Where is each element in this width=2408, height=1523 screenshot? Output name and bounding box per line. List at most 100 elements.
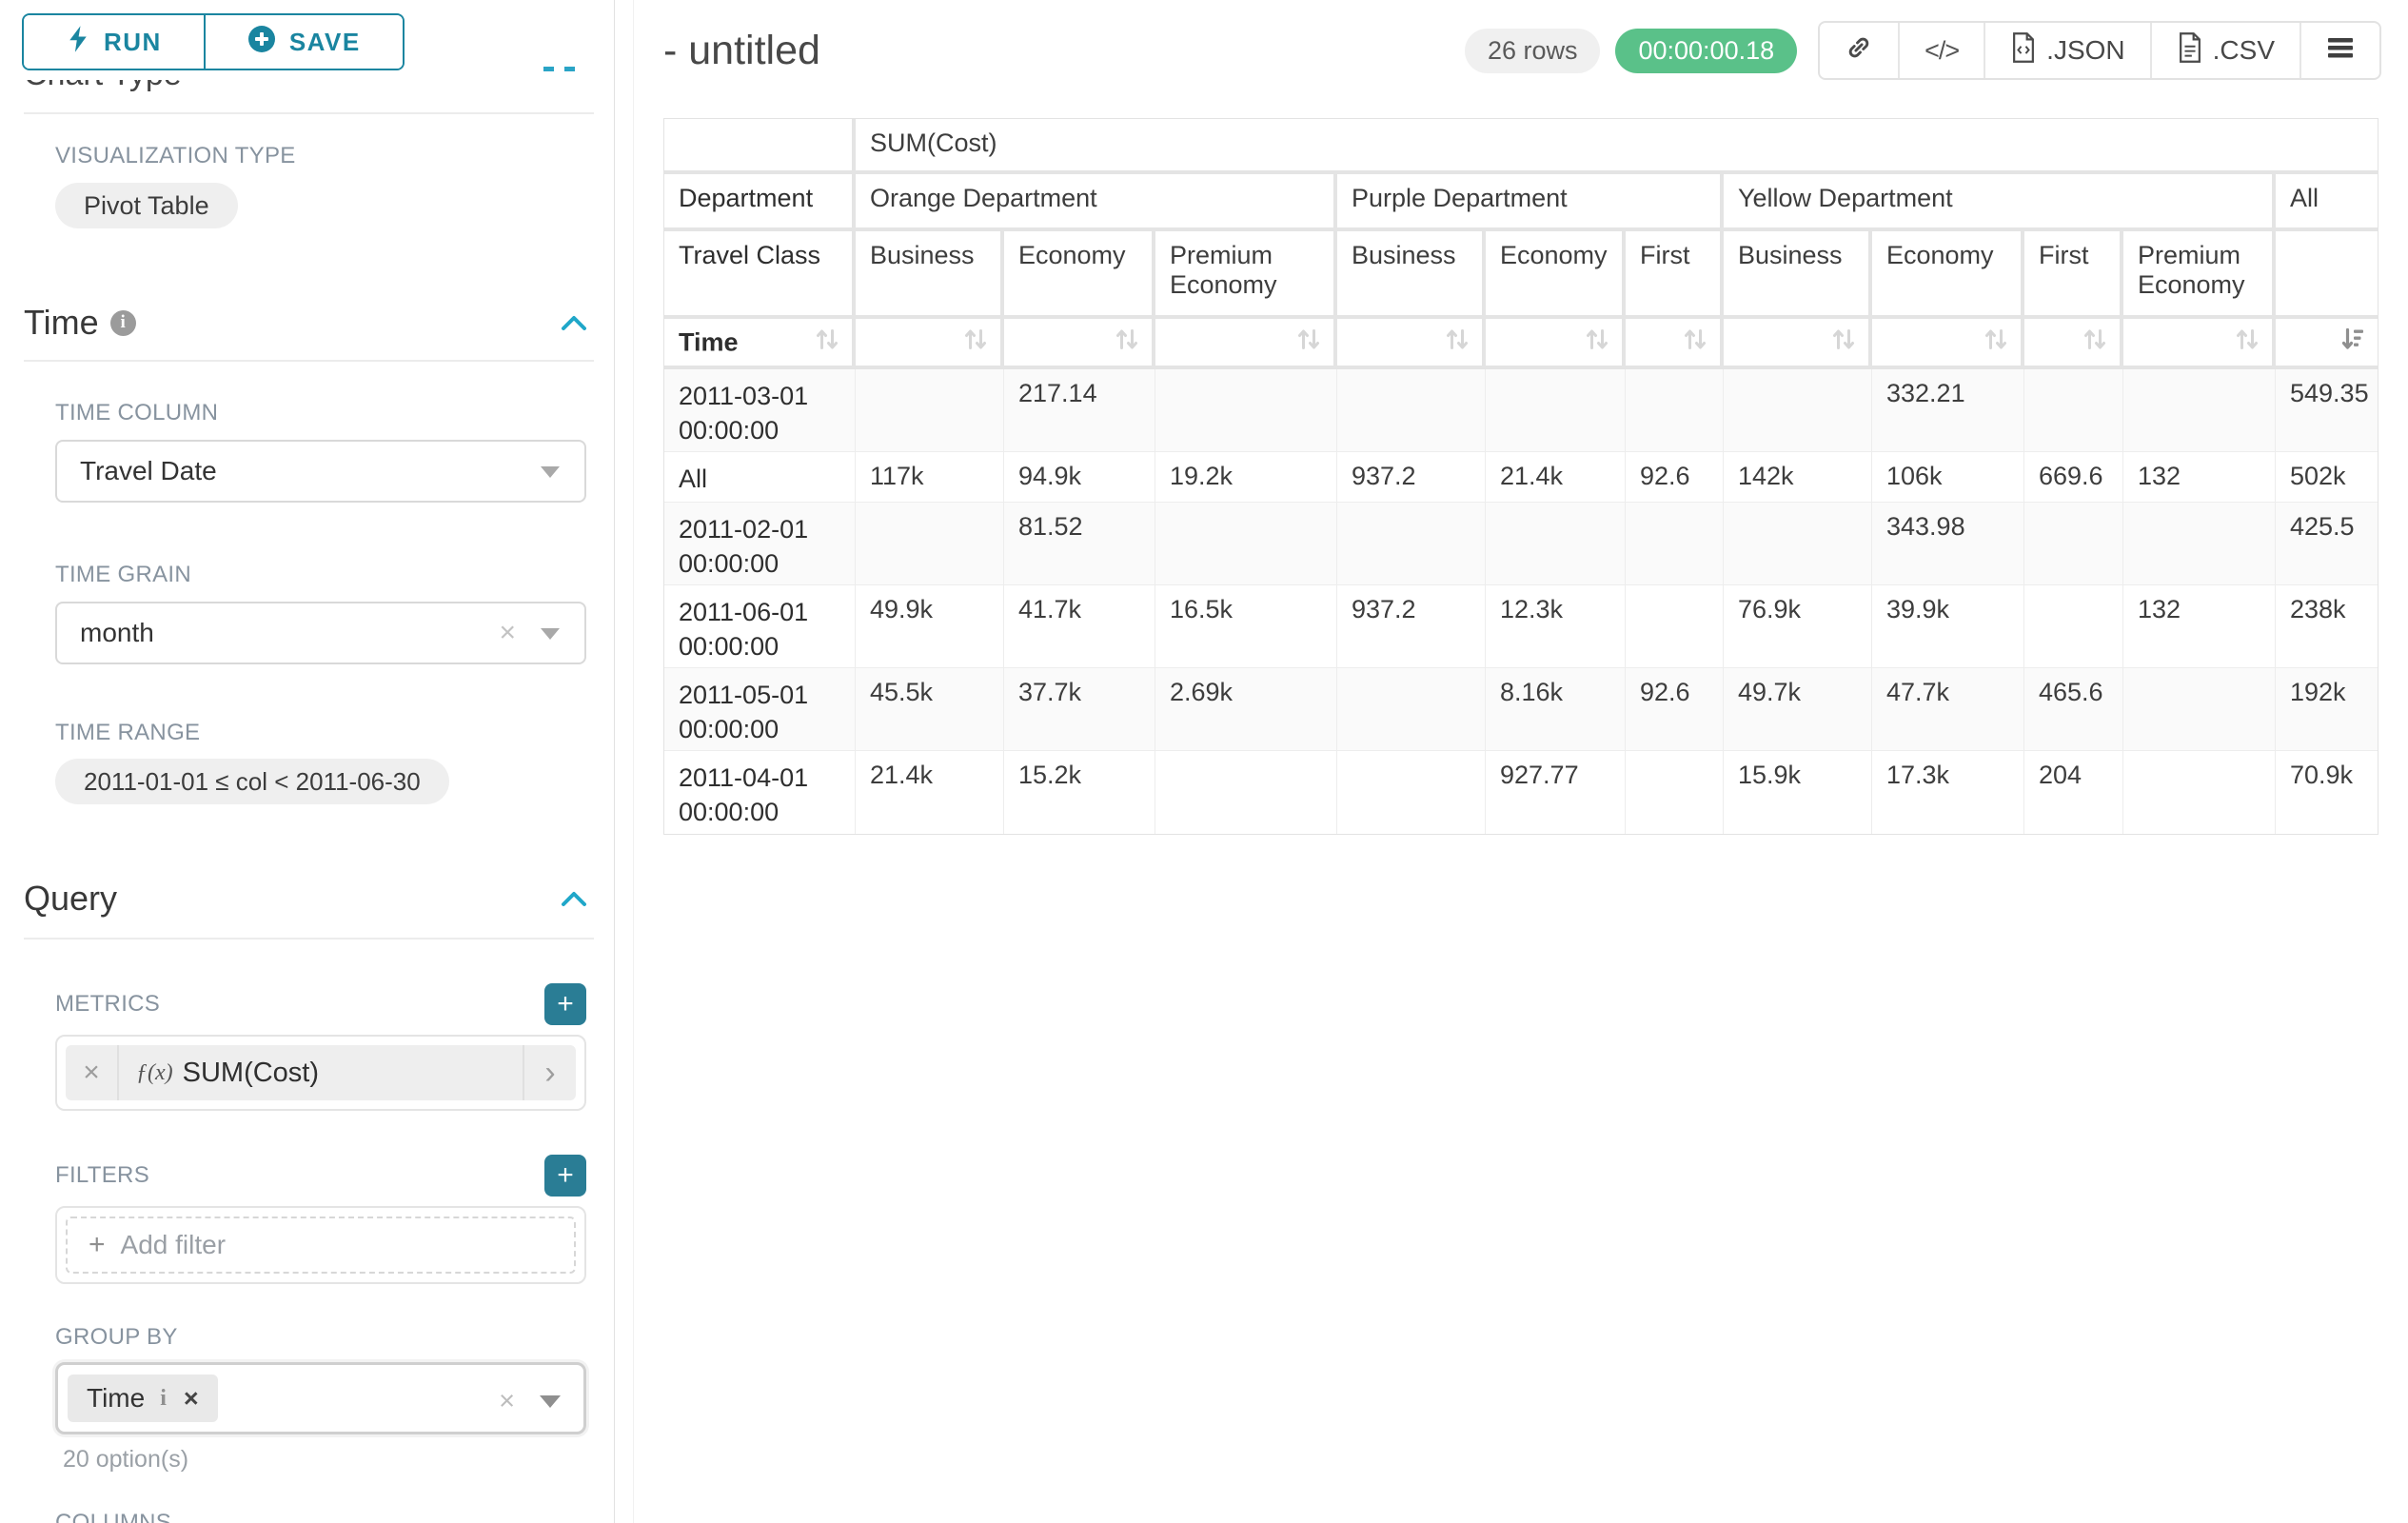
save-button[interactable]: SAVE xyxy=(204,15,403,69)
share-link-button[interactable] xyxy=(1820,23,1898,78)
time-grain-value: month xyxy=(80,618,154,648)
run-button[interactable]: RUN xyxy=(24,15,204,69)
pivot-value-cell xyxy=(2024,369,2123,452)
pivot-value-cell xyxy=(1337,751,1486,834)
add-filter-plus-button[interactable]: + xyxy=(544,1155,586,1197)
pivot-table: SUM(Cost)DepartmentOrange DepartmentPurp… xyxy=(663,118,2378,835)
pivot-value-cell xyxy=(1626,369,1724,452)
pivot-value-cell: 15.9k xyxy=(1724,751,1872,834)
pivot-dimension-label: Department xyxy=(664,174,856,231)
pivot-value-cell xyxy=(1337,668,1486,751)
pivot-value-cell: 49.7k xyxy=(1724,668,1872,751)
pivot-value-cell xyxy=(1626,585,1724,668)
export-json-button[interactable]: .JSON xyxy=(1984,23,2149,78)
pivot-data-row: All117k94.9k19.2k937.221.4k92.6142k106k6… xyxy=(664,452,2378,503)
sort-descending-icon xyxy=(2339,326,2366,359)
pivot-value-cell: 106k xyxy=(1872,452,2024,503)
pivot-sort-header[interactable] xyxy=(2024,319,2123,369)
query-section-header: Query xyxy=(24,879,594,919)
pivot-sort-header[interactable] xyxy=(1626,319,1724,369)
pivot-value-cell: 142k xyxy=(1724,452,1872,503)
export-json-label: .JSON xyxy=(2046,35,2124,66)
pivot-value-cell xyxy=(1155,503,1337,585)
pivot-value-cell: 332.21 xyxy=(1872,369,2024,452)
query-collapse-chevron-icon[interactable] xyxy=(560,888,588,909)
pivot-dimension-label: Travel Class xyxy=(664,231,856,319)
visualization-type-chip[interactable]: Pivot Table xyxy=(55,183,238,228)
pivot-sort-header[interactable] xyxy=(1486,319,1626,369)
run-save-button-group: RUN SAVE xyxy=(22,13,405,70)
pivot-value-cell xyxy=(856,369,1004,452)
export-csv-button[interactable]: .CSV xyxy=(2150,23,2299,78)
pivot-value-cell xyxy=(856,503,1004,585)
pivot-value-cell: 669.6 xyxy=(2024,452,2123,503)
pivot-value-cell xyxy=(1486,503,1626,585)
pivot-class-header xyxy=(2276,231,2378,319)
time-grain-select[interactable]: month × xyxy=(55,602,586,664)
pivot-value-cell: 19.2k xyxy=(1155,452,1337,503)
file-code-icon xyxy=(2010,32,2037,69)
pivot-data-row: 2011-06-01 00:00:0049.9k41.7k16.5k937.21… xyxy=(664,585,2378,668)
time-column-select[interactable]: Travel Date xyxy=(55,440,586,503)
pivot-sort-header[interactable] xyxy=(856,319,1004,369)
pivot-value-cell: 425.5 xyxy=(2276,503,2378,585)
pivot-value-cell: 2.69k xyxy=(1155,668,1337,751)
pivot-sort-header[interactable] xyxy=(1004,319,1155,369)
sort-icon xyxy=(2234,326,2260,359)
chart-title[interactable]: - untitled xyxy=(663,28,820,74)
pivot-group-header: All xyxy=(2276,174,2378,231)
view-query-button[interactable]: </> xyxy=(1898,23,1984,78)
remove-tag-icon[interactable]: × xyxy=(184,1384,199,1414)
time-range-chip[interactable]: 2011-01-01 ≤ col < 2011-06-30 xyxy=(55,759,449,804)
pivot-value-cell: 8.16k xyxy=(1486,668,1626,751)
sort-icon xyxy=(1682,326,1708,359)
chevron-down-icon xyxy=(541,628,560,640)
menu-button[interactable] xyxy=(2299,23,2379,78)
chevron-right-icon[interactable]: › xyxy=(523,1045,576,1100)
pivot-class-header: Economy xyxy=(1004,231,1155,319)
pivot-sort-header[interactable] xyxy=(1872,319,2024,369)
remove-metric-icon[interactable]: × xyxy=(66,1045,119,1100)
metric-pill[interactable]: × ƒ(x) SUM(Cost) › xyxy=(66,1045,576,1100)
divider xyxy=(24,112,594,114)
pivot-value-cell: 16.5k xyxy=(1155,585,1337,668)
add-metric-button[interactable]: + xyxy=(544,983,586,1025)
filters-control: + Add filter xyxy=(55,1206,586,1284)
pivot-sort-header[interactable] xyxy=(2276,319,2378,369)
pivot-value-cell xyxy=(2123,751,2276,834)
pivot-value-cell: 343.98 xyxy=(1872,503,2024,585)
pivot-group-header: Orange Department xyxy=(856,174,1337,231)
clear-icon[interactable]: × xyxy=(499,619,516,647)
pivot-sort-header[interactable] xyxy=(1337,319,1486,369)
pivot-sort-header[interactable] xyxy=(2123,319,2276,369)
pivot-sort-header[interactable] xyxy=(1155,319,1337,369)
pivot-value-cell: 927.77 xyxy=(1486,751,1626,834)
pivot-value-cell: 41.7k xyxy=(1004,585,1155,668)
add-filter-button[interactable]: + Add filter xyxy=(66,1216,576,1274)
group-by-select[interactable]: Timei× × xyxy=(55,1362,586,1434)
time-collapse-chevron-icon[interactable] xyxy=(560,312,588,333)
clipped-collapse-chevron xyxy=(543,67,554,71)
pivot-data-row: 2011-03-01 00:00:00217.14332.21549.35 xyxy=(664,369,2378,452)
pivot-value-cell xyxy=(2123,369,2276,452)
pivot-class-header: Business xyxy=(1337,231,1486,319)
pivot-value-cell xyxy=(1486,369,1626,452)
selected-value-tag[interactable]: Timei× xyxy=(68,1375,218,1422)
plus-icon: + xyxy=(89,1229,106,1261)
sort-icon xyxy=(1444,326,1470,359)
pivot-class-header: Premium Economy xyxy=(2123,231,2276,319)
pivot-value-cell: 204 xyxy=(2024,751,2123,834)
add-filter-label: Add filter xyxy=(121,1230,227,1260)
divider xyxy=(24,938,594,940)
pivot-row-dimension-header[interactable]: Time xyxy=(664,319,856,369)
hamburger-menu-icon xyxy=(2326,35,2355,67)
row-dimension-label: Time xyxy=(679,327,739,357)
pivot-value-cell: 94.9k xyxy=(1004,452,1155,503)
pivot-value-cell xyxy=(2024,503,2123,585)
pivot-sort-header[interactable] xyxy=(1724,319,1872,369)
pivot-value-cell xyxy=(1337,503,1486,585)
pivot-corner-cell xyxy=(664,119,856,174)
pivot-data-row: 2011-05-01 00:00:0045.5k37.7k2.69k8.16k9… xyxy=(664,668,2378,751)
group-by-options-hint: 20 option(s) xyxy=(55,1446,586,1474)
clear-icon[interactable]: × xyxy=(499,1386,515,1417)
